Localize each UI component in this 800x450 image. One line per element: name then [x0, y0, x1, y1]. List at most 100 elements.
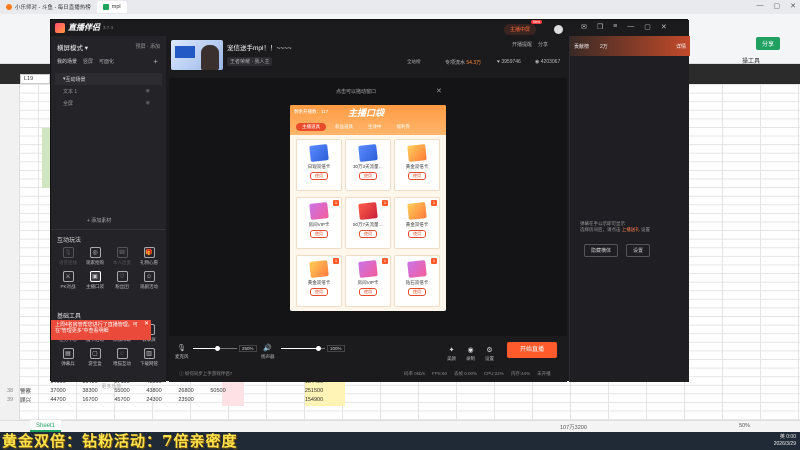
stream-preview[interactable]: 点击可以拖动窗口 ✕ 剩余开播数：117 主播口袋 主播道具 权益道具 生效中 … — [169, 78, 567, 336]
tool-cat-feed[interactable]: ◌ 喂猫互动 — [109, 348, 135, 367]
share-button[interactable]: 分享 — [755, 37, 780, 50]
table-cell[interactable]: 44700 — [42, 397, 74, 403]
use-item-button[interactable]: 使用 — [408, 230, 426, 238]
minimize-icon[interactable]: — — [627, 23, 634, 31]
use-item-button[interactable]: 使用 — [359, 230, 377, 238]
tool-download-manager[interactable]: ▥ 下载网管 — [136, 348, 162, 367]
tools-label[interactable]: 操工具 — [742, 56, 760, 65]
browser-tab[interactable]: 小乐师对 - 斗鱼 - 每日直播热榜 — [0, 1, 97, 13]
tool-gift-wish[interactable]: 🎁 礼物心愿 — [136, 247, 162, 266]
microphone-volume-slider[interactable] — [193, 346, 237, 351]
pocket-item-card[interactable]: 30万3天流量… 使用 — [345, 139, 391, 191]
table-cell[interactable]: 26800 — [170, 388, 202, 394]
use-item-button[interactable]: 使用 — [408, 172, 426, 180]
table-cell[interactable]: 154900 — [298, 397, 330, 403]
tab-visual[interactable]: 可面化 — [99, 58, 114, 65]
use-item-button[interactable]: 使用 — [359, 172, 377, 180]
speaker-volume-slider[interactable] — [281, 346, 325, 351]
table-cell[interactable]: 251500 — [298, 388, 330, 394]
record-button[interactable]: ◉ 录制 — [466, 346, 475, 362]
room-title[interactable]: 宠信送手mpl！！~~~~ — [227, 42, 292, 52]
table-cell[interactable]: 50500 — [202, 388, 234, 394]
pocket-item-card[interactable]: 房间VIP卡 使用 1 — [296, 197, 342, 249]
rank-tag[interactable]: 全站榜 — [407, 59, 421, 65]
slider-handle[interactable] — [215, 346, 221, 351]
zoom-level[interactable]: 50% — [739, 423, 750, 429]
pocket-item-card[interactable]: 50万7天流量… 使用 1 — [345, 197, 391, 249]
maximize-icon[interactable]: ▢ — [774, 2, 781, 10]
scene-item[interactable]: 文本 1 ◉ — [55, 85, 162, 97]
close-icon[interactable]: ✕ — [144, 321, 149, 327]
tab-coupons[interactable]: 福利券 — [391, 123, 417, 131]
orientation-mode-select[interactable]: 横屏模式 ▾ — [57, 42, 88, 52]
tab-privilege-items[interactable]: 权益道具 — [329, 123, 359, 131]
slider-handle[interactable] — [316, 346, 322, 351]
mode-actions[interactable]: 预屏 · 添加 — [136, 43, 160, 50]
table-cell[interactable]: 顾兴 — [20, 396, 42, 404]
beauty-button[interactable]: ✦ 美颜 — [447, 346, 456, 362]
details-link[interactable]: 详情 — [676, 43, 686, 50]
pocket-item-card[interactable]: 房间VIP卡 使用 1 — [345, 255, 391, 307]
scene-group[interactable]: ▾ 互动场景 — [55, 73, 162, 85]
tab-active[interactable]: 生效中 — [362, 123, 388, 131]
pocket-item-card[interactable]: 钻石双倍卡 使用 1 — [394, 255, 440, 307]
add-material-button[interactable]: + 添加素材 — [87, 217, 111, 224]
room-cover-thumbnail[interactable] — [171, 40, 223, 70]
microphone-toggle[interactable]: 🎙 麦克风 — [175, 344, 189, 360]
start-live-button[interactable]: 开始直播 — [507, 342, 557, 358]
tool-pk-battle[interactable]: ⚔ PK对战 — [55, 271, 81, 290]
avatar[interactable] — [554, 25, 564, 34]
tool-game-box[interactable]: ▢ 游宝盒 — [82, 348, 108, 367]
minimize-icon[interactable]: — — [757, 2, 764, 10]
speaker-toggle[interactable]: 🔊 扬声器 — [261, 344, 275, 360]
input-language[interactable]: 英 — [780, 434, 785, 440]
hide-button[interactable]: 隐藏横体 — [584, 244, 619, 257]
tool-flash-sale[interactable]: ◎ 观家抢购 — [82, 247, 108, 266]
browser-tab-active[interactable]: mpl — [96, 1, 127, 13]
tab-streamer-items[interactable]: 主播道具 — [296, 123, 326, 131]
menu-icon[interactable]: ≡ — [613, 23, 617, 31]
table-cell[interactable]: 43800 — [138, 388, 170, 394]
close-icon[interactable]: ✕ — [661, 23, 667, 31]
tool-co-host[interactable]: ☎ 本人连麦 — [109, 247, 135, 266]
sync-help-link[interactable]: ⓘ 如何同步上手游戏伴侣? — [179, 371, 232, 377]
tool-danmaku[interactable]: ▤ 弹幕兵 — [55, 348, 81, 367]
gift-icon[interactable]: ❒ — [597, 23, 603, 31]
table-cell[interactable]: 23500 — [170, 397, 202, 403]
category-tag[interactable]: 王者荣耀 · 我人主 — [227, 57, 273, 66]
tool-voice-link[interactable]: 🎙 语音连线 — [55, 247, 81, 266]
table-cell[interactable]: 24300 — [138, 397, 170, 403]
system-tray-clock[interactable]: 英 0:00 2026/3/29 — [774, 434, 796, 448]
close-icon[interactable]: ✕ — [436, 87, 442, 95]
live-reminder-link[interactable]: 开播提醒 — [512, 41, 532, 48]
table-cell[interactable]: 警察 — [20, 387, 42, 395]
maximize-icon[interactable]: ▢ — [644, 23, 651, 31]
pocket-item-card[interactable]: 黄金双倍卡 使用 1 — [296, 255, 342, 307]
main-screen-button[interactable]: 主播中屏 New — [504, 20, 543, 35]
more-features-link[interactable]: ··· 更多功能 — [95, 383, 121, 390]
pocket-item-card[interactable]: 黄金双倍卡 使用 — [394, 139, 440, 191]
tab-my-scenes[interactable]: 我的场景 — [57, 58, 77, 65]
table-cell[interactable]: 45700 — [106, 397, 138, 403]
use-item-button[interactable]: 使用 — [310, 230, 328, 238]
cell-reference-box[interactable]: L19 — [20, 74, 50, 84]
tab-portrait[interactable]: 竖屏 — [83, 58, 93, 65]
hint-link[interactable]: 上播送礼 — [622, 227, 640, 232]
visibility-icon[interactable]: ◉ — [146, 100, 150, 106]
use-item-button[interactable]: 使用 — [359, 288, 377, 296]
message-icon[interactable]: ✉ — [581, 23, 587, 31]
table-row[interactable]: 38 警察 37000 38300 55000 43800 26800 5050… — [0, 386, 330, 395]
settings-button[interactable]: ⚙ 设置 — [485, 346, 494, 362]
visibility-icon[interactable]: ◉ — [146, 88, 150, 94]
tool-fan-club[interactable]: ♡ 粉丝团 — [109, 271, 135, 290]
settings-button[interactable]: 设置 — [626, 244, 651, 257]
use-item-button[interactable]: 使用 — [310, 172, 328, 180]
tool-streamer-pocket[interactable]: ▣ 主播口袋 — [82, 271, 108, 290]
table-row[interactable]: 39 顾兴 44700 16700 45700 24300 23500 1549… — [0, 395, 330, 404]
table-cell[interactable]: 16700 — [74, 397, 106, 403]
share-link[interactable]: 分享 — [538, 41, 548, 48]
tool-viewer-activity[interactable]: ☺ 观剧活动 — [136, 271, 162, 290]
close-icon[interactable]: ✕ — [790, 2, 796, 10]
pocket-item-card[interactable]: 日观双倍卡 使用 — [296, 139, 342, 191]
use-item-button[interactable]: 使用 — [310, 288, 328, 296]
